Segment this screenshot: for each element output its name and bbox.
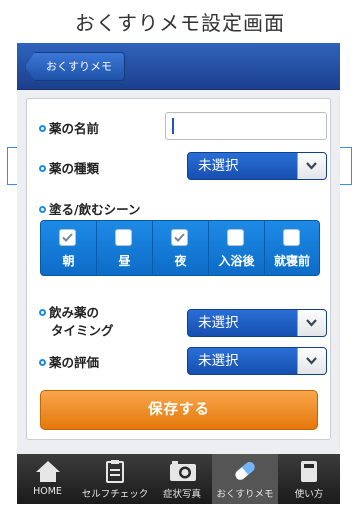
checkbox-unchecked bbox=[283, 229, 300, 246]
scene-toggle-after-bath[interactable]: 入浴後 bbox=[209, 221, 265, 275]
timing-label-line1: 飲み薬の bbox=[49, 305, 100, 320]
tab-how-to-use-label: 使い方 bbox=[294, 489, 324, 500]
phone-screen: おくすりメモ 薬の名前 薬の種類 未選択 塗る/飲むシーン 朝 昼 夜 入浴後 … bbox=[17, 43, 340, 504]
scene-label: 塗る/飲むシーン bbox=[39, 199, 140, 218]
timing-label: 飲み薬の タイミング bbox=[39, 304, 114, 340]
tab-medicine-memo[interactable]: おくすりメモ bbox=[212, 454, 278, 504]
chevron-down-icon[interactable] bbox=[297, 310, 326, 336]
tab-self-check-label: セルフチェック bbox=[81, 489, 149, 500]
scene-label-morning: 朝 bbox=[62, 254, 75, 268]
page-title: おくすりメモ設定画面 bbox=[75, 11, 285, 35]
scene-label-text: 塗る/飲むシーン bbox=[49, 202, 141, 217]
bullet-icon bbox=[39, 206, 46, 213]
type-select[interactable]: 未選択 bbox=[187, 152, 327, 180]
type-label-text: 薬の種類 bbox=[49, 161, 100, 176]
timing-select-value: 未選択 bbox=[198, 315, 239, 331]
tab-home[interactable]: HOME bbox=[17, 454, 78, 504]
scene-toggle-noon[interactable]: 昼 bbox=[97, 221, 153, 275]
scene-label-bedtime: 就寝前 bbox=[273, 254, 310, 268]
checkbox-checked bbox=[171, 229, 188, 246]
tab-symptom-photo[interactable]: 症状写真 bbox=[152, 454, 212, 504]
scene-toggle-morning[interactable]: 朝 bbox=[41, 221, 97, 275]
bullet-icon bbox=[39, 125, 46, 132]
app-header: おくすりメモ bbox=[17, 43, 340, 90]
back-button[interactable]: おくすりメモ bbox=[25, 52, 125, 81]
timing-select[interactable]: 未選択 bbox=[187, 309, 327, 337]
bullet-icon bbox=[39, 359, 46, 366]
save-button[interactable]: 保存する bbox=[40, 390, 318, 430]
settings-card: 薬の名前 薬の種類 未選択 塗る/飲むシーン 朝 昼 夜 入浴後 就寝前 飲み薬… bbox=[26, 98, 331, 440]
scene-checkbox-group: 朝 昼 夜 入浴後 就寝前 bbox=[40, 220, 320, 276]
scene-toggle-bedtime[interactable]: 就寝前 bbox=[265, 221, 319, 275]
tab-medicine-memo-label: おくすりメモ bbox=[216, 489, 274, 500]
name-label-text: 薬の名前 bbox=[49, 121, 100, 136]
home-icon bbox=[34, 459, 62, 483]
tab-self-check[interactable]: セルフチェック bbox=[78, 454, 152, 504]
scene-label-noon: 昼 bbox=[118, 254, 131, 268]
scene-label-night: 夜 bbox=[174, 254, 187, 268]
name-label: 薬の名前 bbox=[39, 118, 99, 137]
rating-label-text: 薬の評価 bbox=[49, 355, 100, 370]
text-caret bbox=[172, 118, 174, 134]
pill-icon bbox=[231, 459, 259, 483]
rating-select[interactable]: 未選択 bbox=[187, 347, 327, 375]
tab-how-to-use[interactable]: 使い方 bbox=[278, 454, 340, 504]
tab-bar: HOME セルフチェック 症状写真 おくすりメモ 使い方 bbox=[17, 454, 340, 504]
type-select-value: 未選択 bbox=[198, 158, 239, 174]
tab-home-label: HOME bbox=[33, 486, 62, 497]
tab-symptom-photo-label: 症状写真 bbox=[162, 489, 201, 500]
camera-icon bbox=[168, 459, 196, 483]
chevron-down-icon[interactable] bbox=[297, 153, 326, 179]
checkbox-unchecked bbox=[227, 229, 244, 246]
timing-label-line2: タイミング bbox=[51, 323, 114, 338]
chevron-down-icon[interactable] bbox=[297, 348, 326, 374]
scene-toggle-night[interactable]: 夜 bbox=[153, 221, 209, 275]
rating-select-value: 未選択 bbox=[198, 353, 239, 369]
checkbox-checked bbox=[59, 229, 76, 246]
bullet-icon bbox=[39, 165, 46, 172]
checkbox-unchecked bbox=[115, 229, 132, 246]
type-label: 薬の種類 bbox=[39, 158, 99, 177]
clipboard-icon bbox=[101, 459, 129, 483]
bullet-icon bbox=[39, 309, 46, 316]
name-input[interactable] bbox=[165, 112, 327, 140]
scene-label-after-bath: 入浴後 bbox=[218, 254, 255, 268]
book-icon bbox=[295, 459, 323, 483]
rating-label: 薬の評価 bbox=[39, 352, 99, 371]
